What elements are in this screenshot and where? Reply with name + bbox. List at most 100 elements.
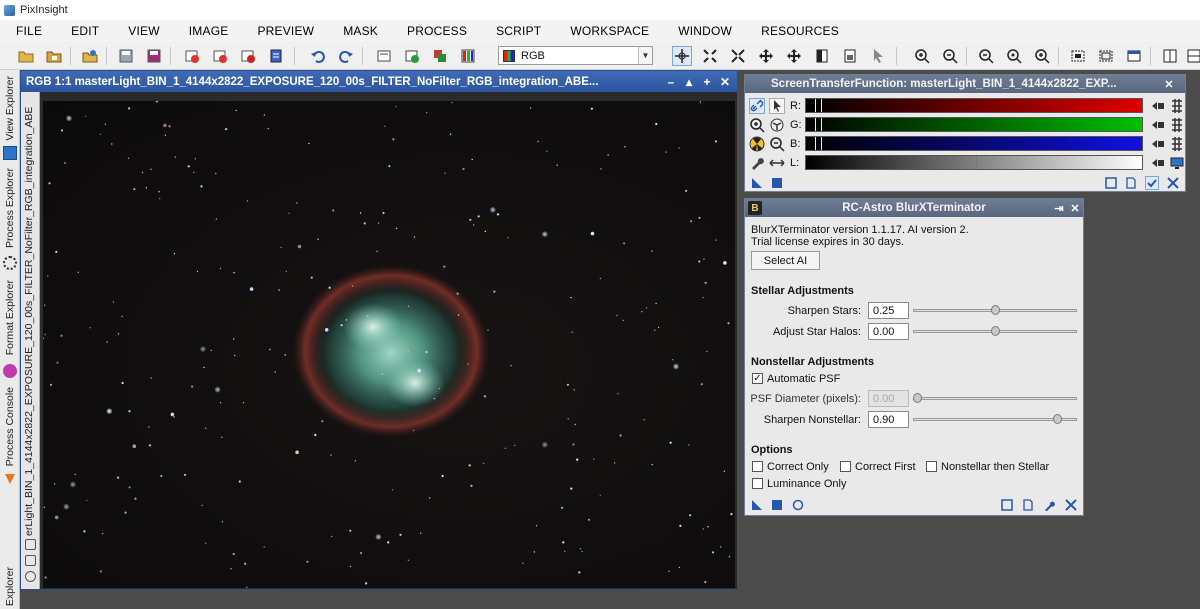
- edit-doc-icon[interactable]: [1125, 177, 1137, 189]
- wrench-icon[interactable]: [1043, 499, 1055, 511]
- chevron-down-icon[interactable]: ▼: [638, 47, 652, 64]
- menu-edit[interactable]: EDIT: [55, 24, 112, 38]
- slider-knob[interactable]: [990, 305, 1000, 315]
- close-others-icon[interactable]: [238, 46, 258, 66]
- blurx-titlebar[interactable]: B RC-Astro BlurXTerminator ⇥ ✕: [745, 199, 1083, 217]
- sharpen-nonstellar-slider[interactable]: [913, 412, 1077, 426]
- close-blurx-icon[interactable]: ✕: [1067, 202, 1083, 215]
- menu-image[interactable]: IMAGE: [173, 24, 242, 38]
- nonstellar-then-stellar-checkbox[interactable]: [926, 461, 937, 472]
- channel-r-icon[interactable]: [1169, 98, 1185, 114]
- menu-mask[interactable]: MASK: [327, 24, 391, 38]
- redo-icon[interactable]: [336, 46, 356, 66]
- collapse-blurx-icon[interactable]: ⇥: [1051, 202, 1067, 215]
- link-channels-icon[interactable]: [749, 98, 765, 114]
- open-project-icon[interactable]: [44, 46, 64, 66]
- dock-tab-process-explorer[interactable]: Process Explorer: [0, 166, 19, 250]
- image-window-titlebar[interactable]: RGB 1:1 masterLight_BIN_1_4144x2822_EXPO…: [21, 71, 737, 92]
- process-console-icon[interactable]: [3, 472, 17, 486]
- menu-file[interactable]: FILE: [0, 24, 55, 38]
- stf-bar-r[interactable]: [805, 98, 1143, 113]
- browse-doc-icon[interactable]: [1001, 499, 1013, 511]
- stretch-horizontal-icon[interactable]: [769, 155, 785, 171]
- reset-r-icon[interactable]: [1150, 98, 1166, 114]
- shade-icon[interactable]: ▴: [683, 75, 695, 89]
- stf-bar-b[interactable]: [805, 136, 1143, 151]
- reset-b-icon[interactable]: [1150, 136, 1166, 152]
- close-image-icon[interactable]: [182, 46, 202, 66]
- zoom-out-stf-icon[interactable]: [769, 136, 785, 152]
- sharpen-nonstellar-input[interactable]: 0.90: [868, 411, 909, 428]
- wrench-icon[interactable]: [749, 155, 765, 171]
- format-explorer-icon[interactable]: [3, 364, 17, 378]
- menu-window[interactable]: WINDOW: [662, 24, 745, 38]
- menu-script[interactable]: SCRIPT: [480, 24, 554, 38]
- adjust-halos-input[interactable]: 0.00: [868, 323, 909, 340]
- collapse-icon[interactable]: ✕: [1161, 78, 1177, 91]
- undo-icon[interactable]: [308, 46, 328, 66]
- channel-b-icon[interactable]: [1169, 136, 1185, 152]
- dock-tab-view-explorer[interactable]: View Explorer: [0, 74, 19, 142]
- view-explorer-icon[interactable]: [3, 146, 17, 160]
- open-folder-icon[interactable]: [16, 46, 36, 66]
- reset-stf-icon[interactable]: [1167, 177, 1179, 189]
- select-ai-button[interactable]: Select AI: [751, 251, 820, 270]
- maximize-icon[interactable]: +: [701, 75, 713, 89]
- image-container-icon[interactable]: [430, 46, 450, 66]
- new-instance-icon[interactable]: [751, 177, 763, 189]
- reset-icon[interactable]: [1065, 499, 1077, 511]
- sharpen-stars-input[interactable]: 0.25: [868, 302, 909, 319]
- dock-tab-explorer[interactable]: Explorer: [0, 565, 19, 609]
- stf-titlebar[interactable]: ScreenTransferFunction: masterLight_BIN_…: [745, 75, 1185, 93]
- stf-bar-l[interactable]: [805, 155, 1143, 170]
- sharpen-stars-slider[interactable]: [913, 303, 1077, 317]
- new-instance-icon[interactable]: [751, 499, 763, 511]
- auto-stretch-icon[interactable]: [769, 117, 785, 133]
- save-icon[interactable]: [116, 46, 136, 66]
- apply-icon[interactable]: [771, 499, 783, 511]
- psf-diameter-input[interactable]: 0.00: [868, 390, 909, 407]
- browse-doc-icon[interactable]: [1105, 177, 1117, 189]
- monitor-icon[interactable]: [1169, 155, 1185, 171]
- new-image-icon[interactable]: [80, 46, 100, 66]
- image-stack-icon[interactable]: [266, 46, 286, 66]
- luminance-only-checkbox[interactable]: [752, 478, 763, 489]
- minimize-icon[interactable]: –: [665, 75, 677, 89]
- correct-first-checkbox[interactable]: [840, 461, 851, 472]
- save-as-icon[interactable]: [144, 46, 164, 66]
- color-channels-icon[interactable]: [458, 46, 478, 66]
- automatic-psf-checkbox[interactable]: ✓: [752, 373, 763, 384]
- radiation-icon[interactable]: [749, 136, 765, 152]
- slider-knob[interactable]: [990, 326, 1000, 336]
- menu-process[interactable]: PROCESS: [391, 24, 480, 38]
- psf-diameter-slider[interactable]: [913, 391, 1077, 405]
- edit-doc-icon[interactable]: [1022, 499, 1034, 511]
- preview-list-icon[interactable]: [25, 555, 36, 566]
- reset-l-icon[interactable]: [1150, 155, 1166, 171]
- slider-knob[interactable]: [1052, 414, 1062, 424]
- dock-tab-format-explorer[interactable]: Format Explorer: [0, 276, 19, 360]
- zoom-in-stf-icon[interactable]: [749, 117, 765, 133]
- menu-resources[interactable]: RESOURCES: [745, 24, 852, 38]
- stf-toggle-icon[interactable]: [25, 571, 36, 582]
- dock-tab-process-console[interactable]: Process Console: [0, 384, 19, 470]
- correct-only-checkbox[interactable]: [752, 461, 763, 472]
- menu-workspace[interactable]: WORKSPACE: [554, 24, 662, 38]
- process-icon[interactable]: [374, 46, 394, 66]
- process-history-icon[interactable]: [402, 46, 422, 66]
- close-all-icon[interactable]: [210, 46, 230, 66]
- cursor-icon[interactable]: [769, 98, 785, 114]
- menu-view[interactable]: VIEW: [112, 24, 172, 38]
- apply-global-icon[interactable]: [792, 499, 804, 511]
- slider-knob[interactable]: [913, 393, 922, 403]
- adjust-halos-slider[interactable]: [913, 324, 1077, 338]
- close-icon[interactable]: ✕: [719, 75, 731, 89]
- stf-bar-g[interactable]: [805, 117, 1143, 132]
- checkmark-icon[interactable]: [1145, 176, 1159, 190]
- image-canvas[interactable]: [43, 101, 735, 588]
- color-mode-select[interactable]: RGB ▼: [498, 46, 653, 65]
- reset-g-icon[interactable]: [1150, 117, 1166, 133]
- channel-g-icon[interactable]: [1169, 117, 1185, 133]
- menu-preview[interactable]: PREVIEW: [241, 24, 327, 38]
- mask-visibility-icon[interactable]: [25, 539, 36, 550]
